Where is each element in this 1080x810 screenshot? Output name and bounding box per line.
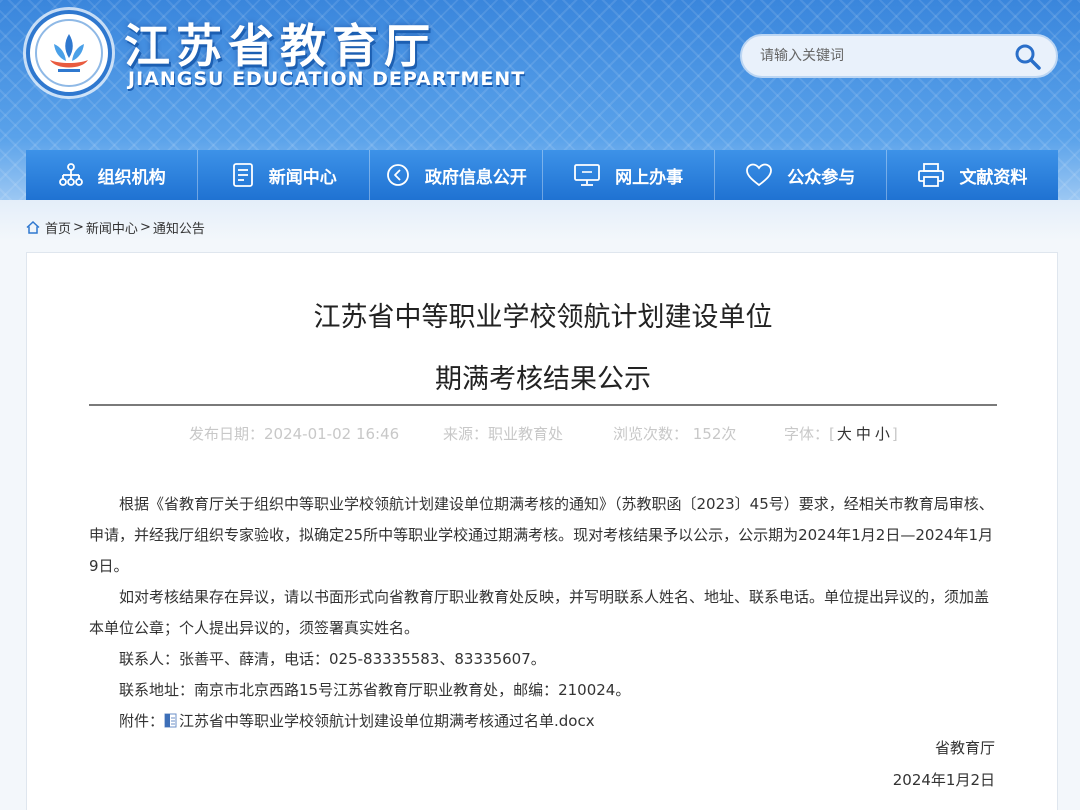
- org-chart-icon: [58, 163, 83, 186]
- breadcrumb-news-link[interactable]: 新闻中心: [86, 218, 138, 237]
- heart-icon: [746, 163, 773, 187]
- nav-item-public-participation[interactable]: 公众参与: [715, 150, 887, 200]
- font-size-bracket-open: [: [829, 425, 835, 443]
- signature: 省教育厅: [934, 739, 995, 757]
- nav-item-label: 网上办事: [615, 167, 684, 188]
- breadcrumb-separator: >: [139, 219, 151, 235]
- nav-item-label: 新闻中心: [268, 167, 337, 188]
- article-body: 根据《省教育厅关于组织中等职业学校领航计划建设单位期满考核的通知》（苏教职函〔2…: [89, 489, 997, 737]
- font-size-control: 字体：[大中小]: [784, 423, 898, 444]
- nav-item-label: 政府信息公开: [424, 167, 527, 188]
- site-title: 江苏省教育厅: [124, 19, 436, 73]
- document-icon: [232, 163, 253, 187]
- main-nav: 组织机构 新闻中心 政府信息公开 网上办事 公众参与 文献资料: [26, 150, 1058, 200]
- nav-item-gov-info[interactable]: 政府信息公开: [370, 150, 543, 200]
- nav-item-label: 公众参与: [787, 167, 856, 188]
- publish-date: 发布日期：2024-01-02 16:46: [189, 425, 400, 443]
- breadcrumb-separator: >: [73, 219, 84, 235]
- article-card: 江苏省中等职业学校领航计划建设单位 期满考核结果公示 发布日期：2024-01-…: [26, 252, 1058, 810]
- play-circle-icon: [387, 164, 409, 186]
- font-size-medium-button[interactable]: 中: [856, 425, 871, 443]
- printer-icon: [918, 163, 945, 187]
- site-subtitle: JIANGSU EDUCATION DEPARTMENT: [128, 68, 526, 90]
- sign-date: 2024年1月2日: [892, 771, 995, 789]
- word-document-icon: [164, 713, 177, 728]
- title-divider: [89, 404, 997, 406]
- logo-emblem-icon: [35, 19, 103, 87]
- nav-item-online-service[interactable]: 网上办事: [543, 150, 715, 200]
- attachment-link[interactable]: 江苏省中等职业学校领航计划建设单位期满考核通过名单.docx: [164, 712, 595, 730]
- search-button[interactable]: [1014, 43, 1042, 71]
- monitor-icon: [574, 164, 600, 186]
- attachment-row: 附件： 江苏省中等职业学校领航计划建设单位期满考核通过名单.docx: [89, 706, 997, 737]
- nav-item-organization[interactable]: 组织机构: [26, 150, 199, 200]
- search-input[interactable]: [760, 45, 1000, 67]
- font-size-bracket-close: ]: [891, 425, 898, 443]
- font-size-label: 字体：: [784, 425, 830, 443]
- site-logo[interactable]: [26, 10, 112, 96]
- paragraph-basis: 根据《省教育厅关于组织中等职业学校领航计划建设单位期满考核的通知》（苏教职函〔2…: [89, 495, 994, 575]
- paragraph-objection: 如对考核结果存在异议，请以书面形式向省教育厅职业教育处反映，并写明联系人姓名、地…: [89, 588, 990, 637]
- nav-item-label: 组织机构: [97, 167, 166, 188]
- view-count: 浏览次数： 152次: [613, 425, 737, 443]
- search-icon: [1015, 44, 1041, 70]
- nav-item-label: 文献资料: [959, 167, 1028, 188]
- paragraph-contact: 联系人：张善平、薛清，电话：025-83335583、83335607。: [119, 650, 546, 668]
- home-icon: [26, 220, 40, 234]
- font-size-small-button[interactable]: 小: [875, 425, 890, 443]
- attachment-label: 附件：: [119, 712, 165, 730]
- nav-item-news[interactable]: 新闻中心: [198, 150, 371, 200]
- article-meta: 发布日期：2024-01-02 16:46 来源：职业教育处 浏览次数： 152…: [27, 423, 1059, 445]
- breadcrumb-home-link[interactable]: 首页: [45, 218, 71, 237]
- breadcrumb: 首页 > 新闻中心 > 通知公告: [26, 218, 205, 237]
- article-title-line2: 期满考核结果公示: [435, 364, 651, 395]
- attachment-name: 江苏省中等职业学校领航计划建设单位期满考核通过名单.docx: [179, 712, 595, 730]
- article-title-line1: 江苏省中等职业学校领航计划建设单位: [313, 302, 773, 333]
- breadcrumb-current-link[interactable]: 通知公告: [153, 218, 205, 237]
- article-source: 来源：职业教育处: [443, 425, 564, 443]
- font-size-large-button[interactable]: 大: [837, 425, 852, 443]
- search-box: [740, 34, 1058, 78]
- nav-item-literature[interactable]: 文献资料: [887, 150, 1058, 200]
- paragraph-address: 联系地址：南京市北京西路15号江苏省教育厅职业教育处，邮编：210024。: [119, 681, 631, 699]
